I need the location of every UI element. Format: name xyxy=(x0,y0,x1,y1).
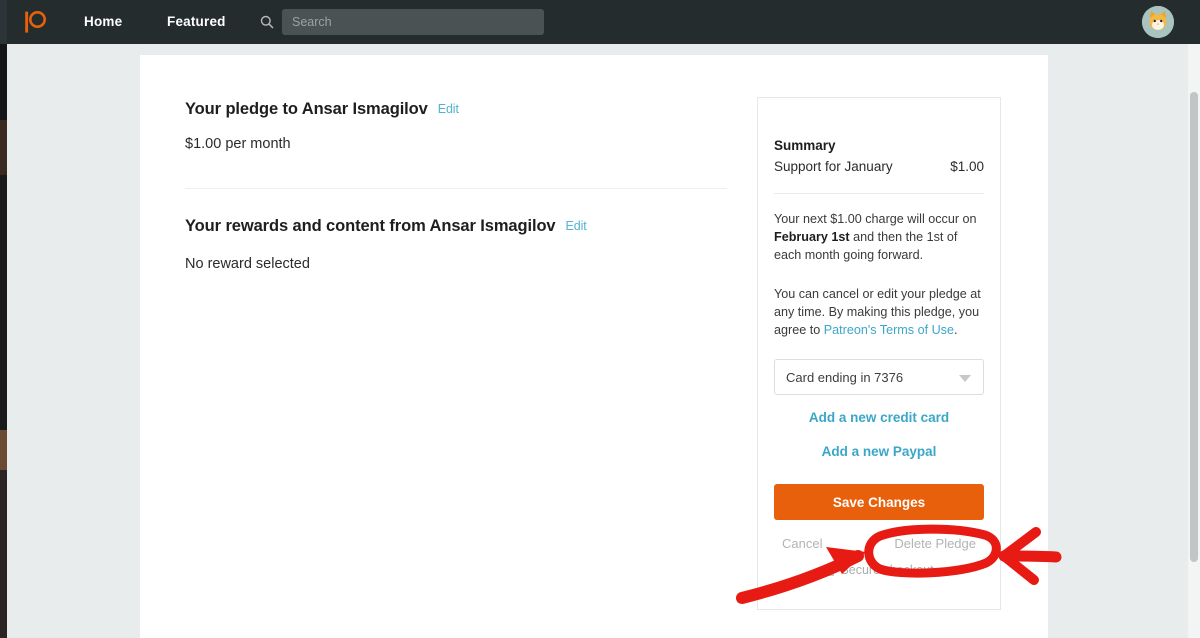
terms-of-use-link[interactable]: Patreon's Terms of Use xyxy=(824,323,954,337)
pledge-heading-text: Your pledge to Ansar Ismagilov xyxy=(185,100,428,118)
cancel-link[interactable]: Cancel xyxy=(782,536,822,551)
payment-method-value: Card ending in 7376 xyxy=(786,369,904,385)
secondary-actions-row: Cancel Delete Pledge xyxy=(774,536,984,551)
user-avatar[interactable] xyxy=(1142,6,1174,38)
lock-icon xyxy=(824,564,835,576)
charge-notice-date: February 1st xyxy=(774,230,850,244)
terms-notice-post: . xyxy=(953,323,958,337)
search-input[interactable] xyxy=(282,9,544,35)
delete-pledge-link[interactable]: Delete Pledge xyxy=(894,536,976,551)
browser-screenshot: Your pledge to Ansar Ismagilov Edit $1.00… xyxy=(0,0,1200,638)
terms-notice: You can cancel or edit your pledge at an… xyxy=(774,285,984,339)
summary-divider xyxy=(774,193,984,194)
edit-pledge-link[interactable]: Edit xyxy=(438,102,459,116)
search-area xyxy=(260,9,544,35)
section-divider xyxy=(185,188,727,189)
pledge-amount: $1.00 per month xyxy=(185,136,291,152)
charge-notice-pre: Your next $1.00 charge will occur on xyxy=(774,212,977,226)
nav-home-link[interactable]: Home xyxy=(84,14,122,29)
add-paypal-link[interactable]: Add a new Paypal xyxy=(774,444,984,459)
rewards-heading: Your rewards and content from Ansar Isma… xyxy=(185,217,587,236)
rewards-body-text: No reward selected xyxy=(185,256,310,272)
summary-support-row: Support for January $1.00 xyxy=(774,159,984,174)
secure-checkout-label: Secure checkout xyxy=(840,563,934,577)
nav-featured-link[interactable]: Featured xyxy=(167,14,226,29)
pledge-content-card: Your pledge to Ansar Ismagilov Edit $1.00… xyxy=(140,55,1048,638)
summary-panel: Summary Support for January $1.00 Your n… xyxy=(757,97,1001,610)
left-edge-artifact xyxy=(0,0,7,638)
summary-support-label: Support for January xyxy=(774,159,893,174)
charge-notice: Your next $1.00 charge will occur on Feb… xyxy=(774,210,984,264)
add-credit-card-link[interactable]: Add a new credit card xyxy=(774,410,984,425)
summary-heading: Summary xyxy=(774,138,836,153)
top-navigation-bar: Home Featured xyxy=(0,0,1200,44)
rewards-heading-text: Your rewards and content from Ansar Isma… xyxy=(185,217,556,235)
search-icon[interactable] xyxy=(260,15,274,29)
secure-checkout-row: Secure checkout xyxy=(774,563,984,577)
pledge-heading: Your pledge to Ansar Ismagilov Edit xyxy=(185,100,459,119)
summary-support-amount: $1.00 xyxy=(950,159,984,174)
save-changes-button[interactable]: Save Changes xyxy=(774,484,984,520)
vertical-scrollbar-thumb[interactable] xyxy=(1190,92,1198,562)
chevron-down-icon xyxy=(959,375,971,382)
payment-method-select[interactable]: Card ending in 7376 xyxy=(774,359,984,395)
cat-avatar-icon xyxy=(1142,6,1174,38)
edit-rewards-link[interactable]: Edit xyxy=(566,219,587,233)
patreon-logo-icon[interactable] xyxy=(22,9,48,35)
